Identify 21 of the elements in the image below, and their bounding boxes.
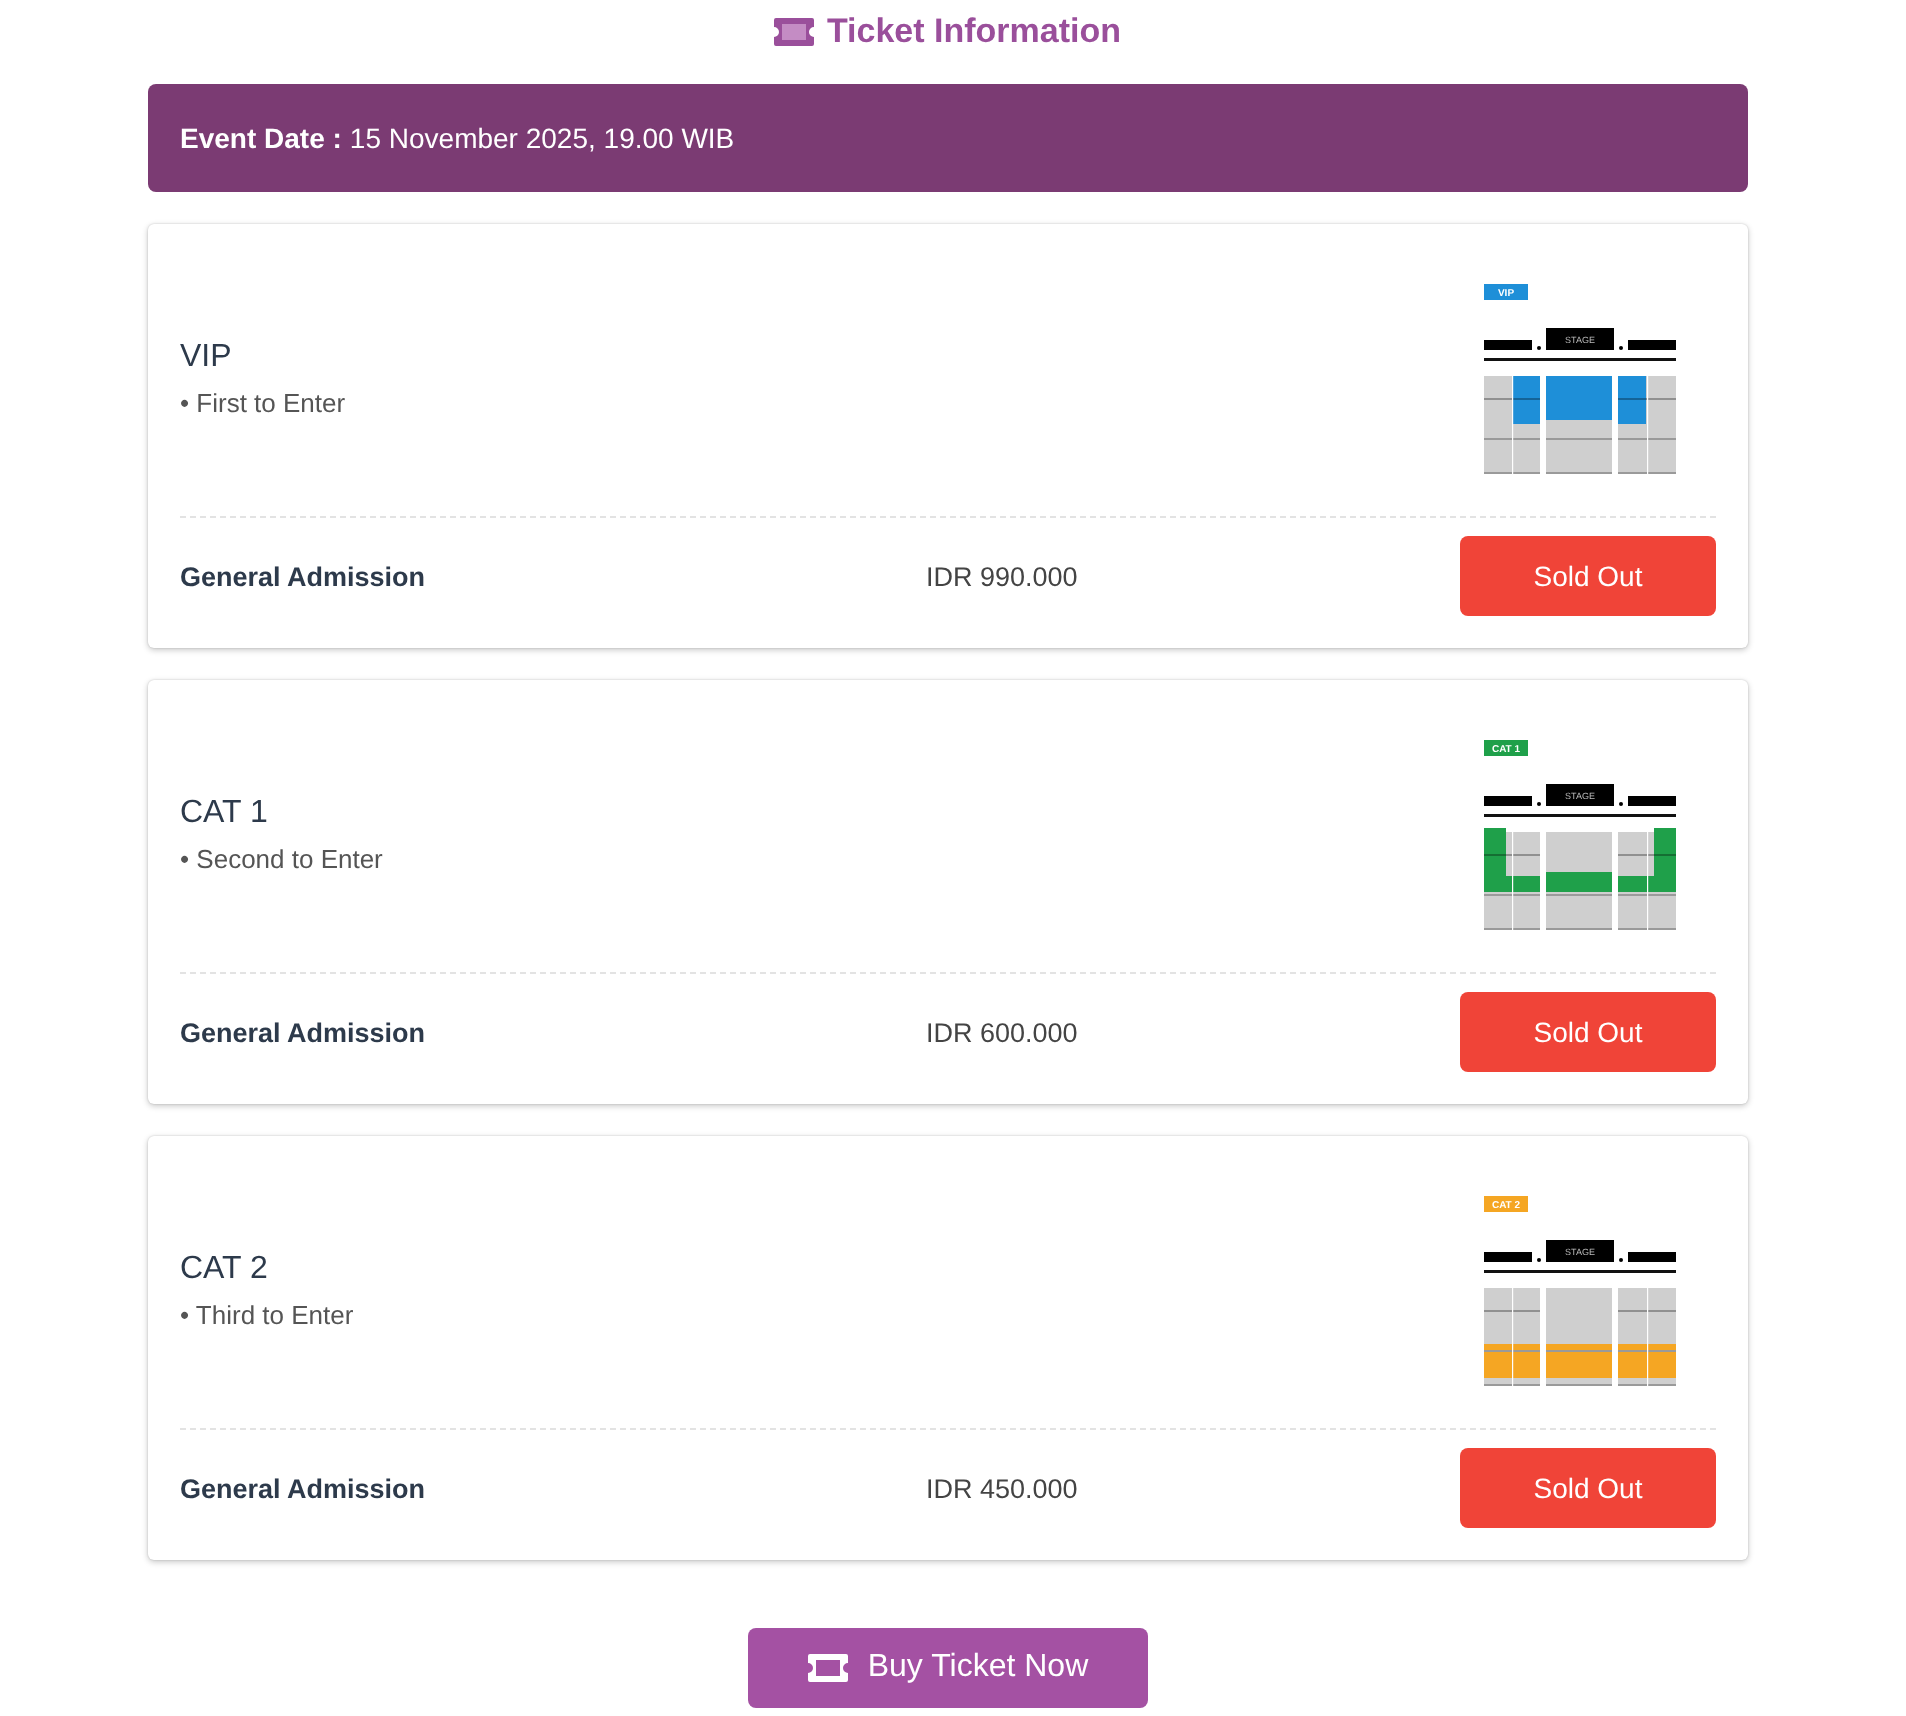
admission-type: General Admission: [180, 1017, 426, 1047]
ticket-price: IDR 450.000: [926, 1473, 1078, 1503]
event-date-label: Event Date :: [180, 122, 342, 154]
ticket-name: CAT 1: [180, 795, 268, 831]
ticket-name: CAT 2: [180, 1251, 268, 1287]
sold-out-button[interactable]: Sold Out: [1460, 536, 1716, 616]
sold-out-button[interactable]: Sold Out: [1460, 992, 1716, 1072]
page-title: Ticket Information: [826, 12, 1122, 52]
event-date-value: 15 November 2025, 19.00 WIB: [349, 122, 735, 154]
perk-text: • First to Enter: [180, 387, 346, 417]
admission-type: General Admission: [180, 1473, 426, 1503]
admission-type: General Admission: [180, 561, 426, 591]
buy-ticket-button[interactable]: Buy Ticket Now: [748, 1628, 1148, 1708]
ticket-icon: [774, 18, 815, 46]
ticket-price: IDR 600.000: [926, 1017, 1078, 1047]
ticket-name: VIP: [180, 339, 232, 375]
perk-text: • Second to Enter: [180, 843, 383, 873]
ticket-price: IDR 990.000: [926, 561, 1078, 591]
perk-text: • Third to Enter: [180, 1299, 354, 1329]
sold-out-button[interactable]: Sold Out: [1460, 1448, 1716, 1528]
ticket-icon: [807, 1654, 848, 1682]
